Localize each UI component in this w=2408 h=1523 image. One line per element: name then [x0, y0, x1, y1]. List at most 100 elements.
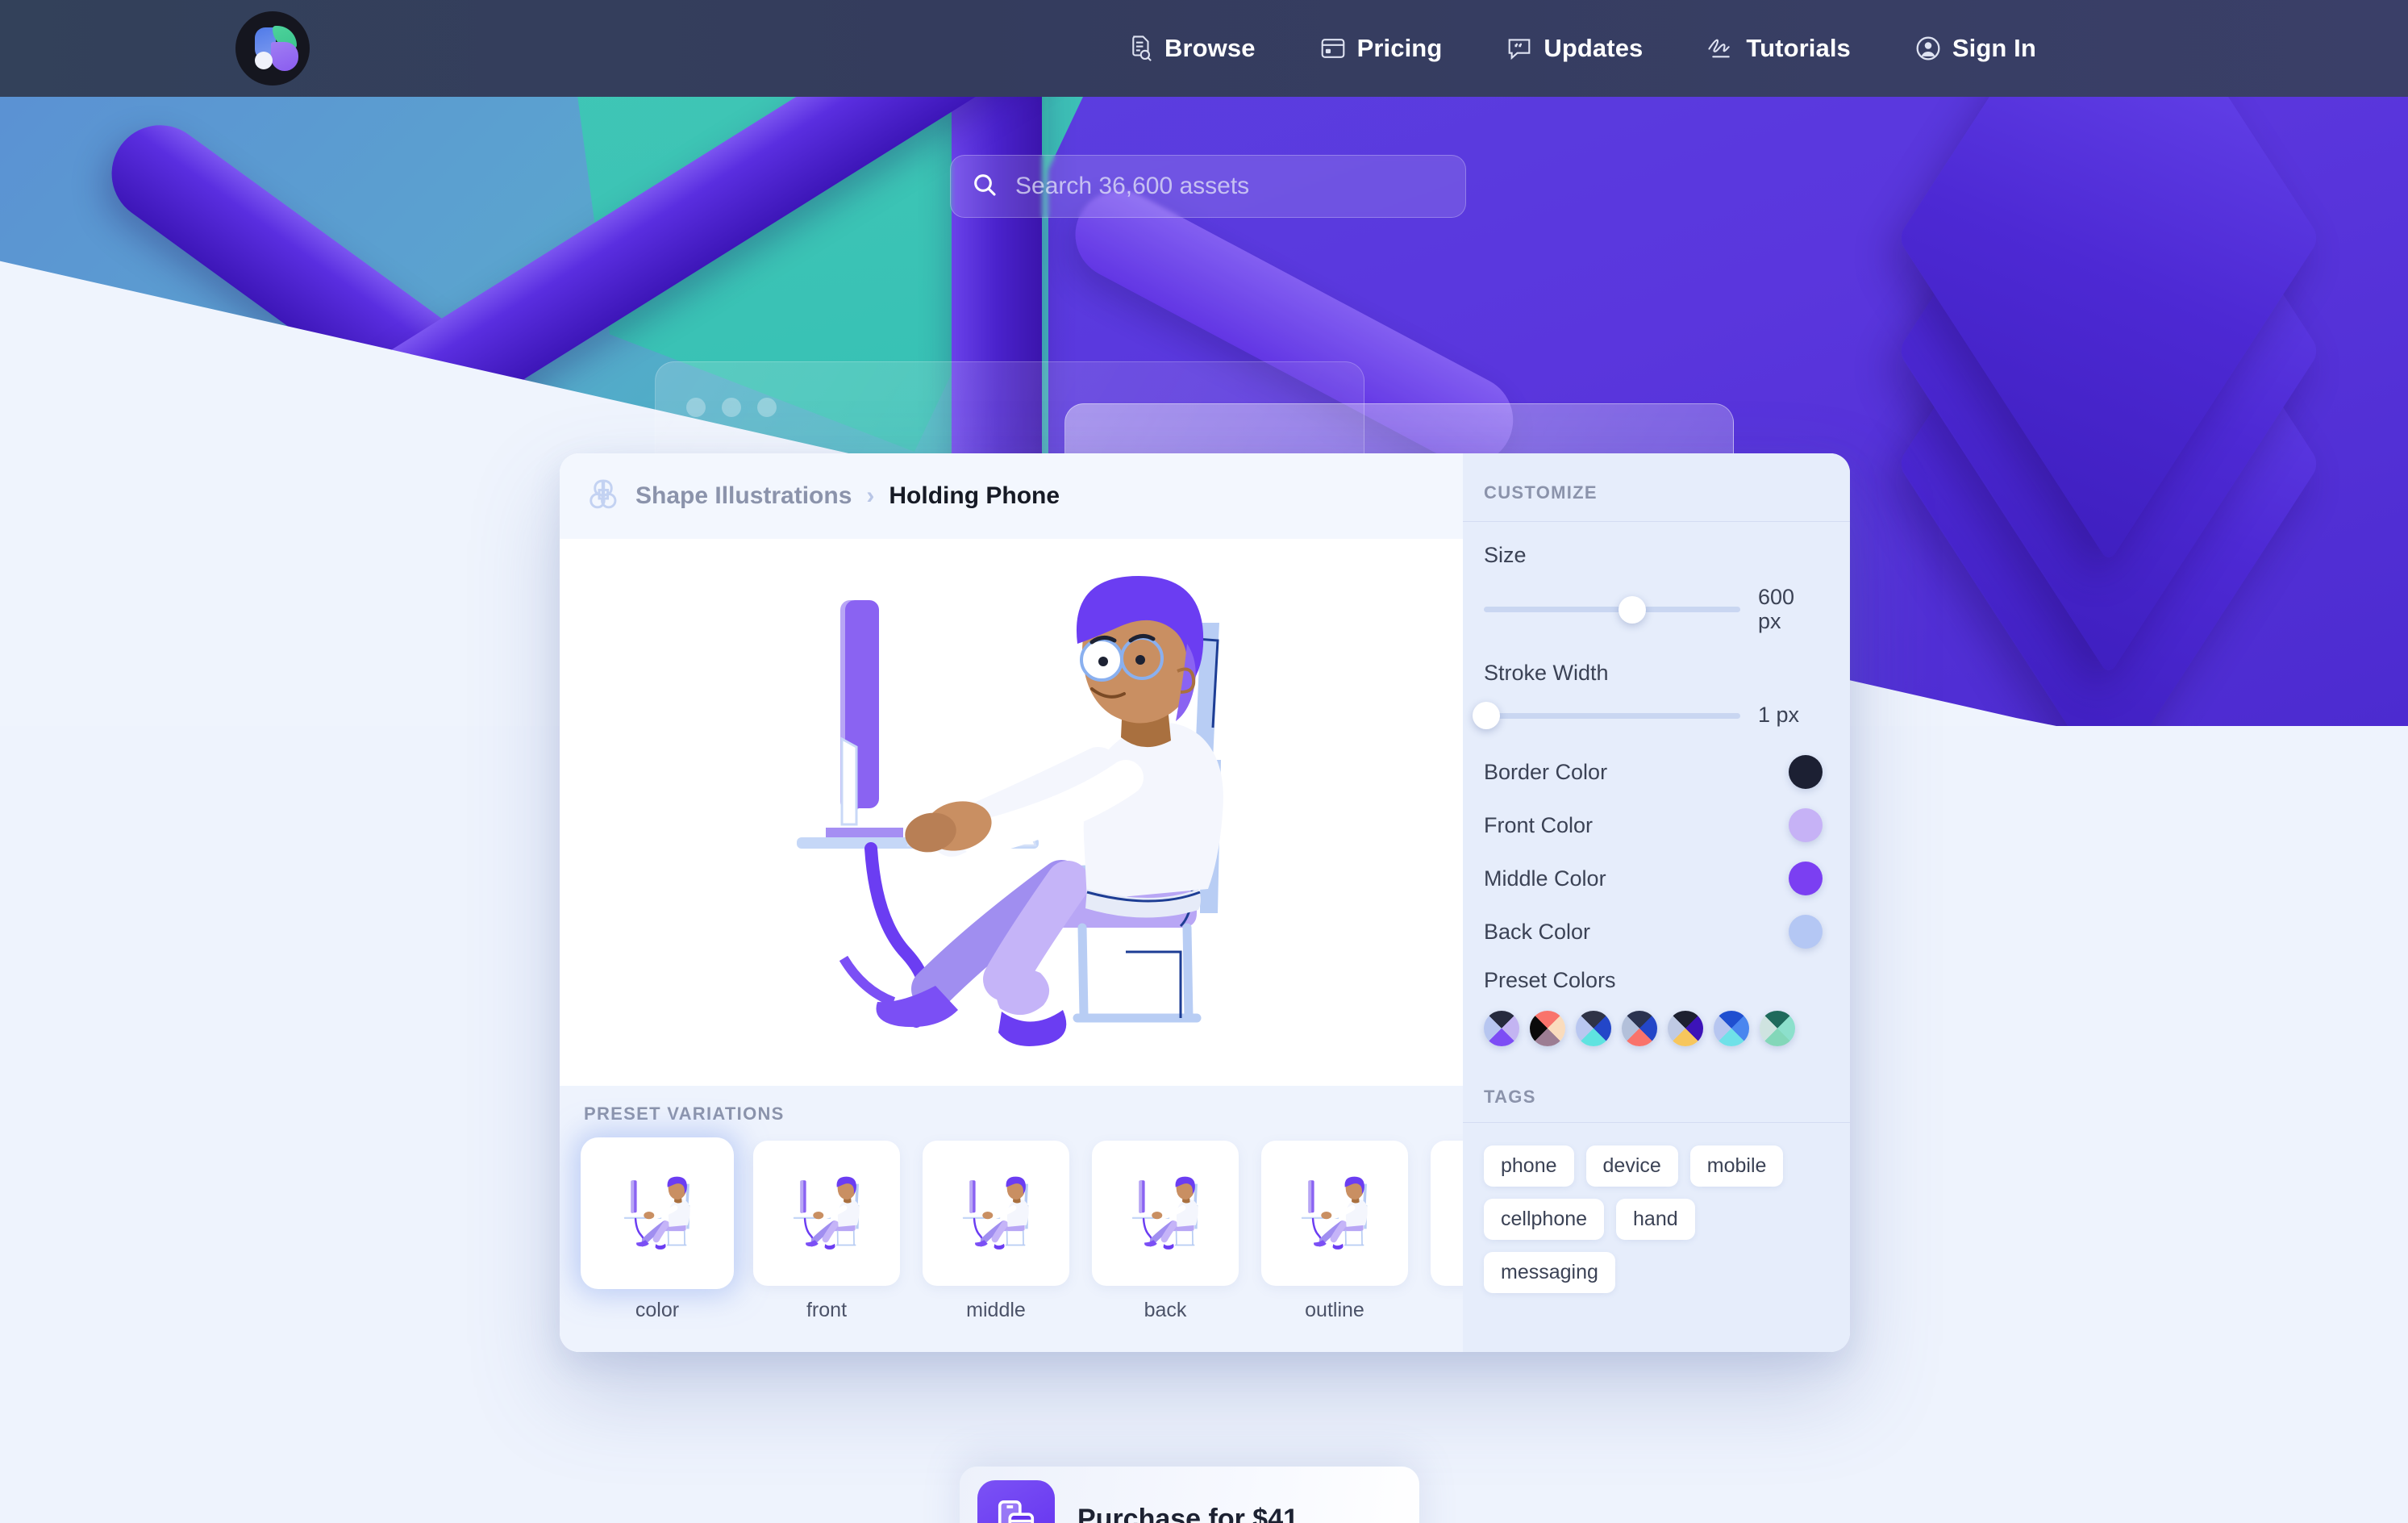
- variation-item-back[interactable]: back: [1092, 1141, 1239, 1322]
- document-search-icon: [1129, 35, 1153, 62]
- tag-mobile[interactable]: mobile: [1689, 1145, 1784, 1187]
- tags-title: TAGS: [1463, 1059, 1850, 1124]
- variation-label: front: [806, 1299, 848, 1321]
- front-color-swatch[interactable]: [1789, 808, 1823, 843]
- variation-illustration-thumb: [623, 1176, 690, 1250]
- size-slider-thumb[interactable]: [1619, 595, 1647, 624]
- user-circle-icon: [1915, 35, 1941, 61]
- nav-label-browse: Browse: [1164, 34, 1256, 62]
- preset-colors-label: Preset Colors: [1484, 968, 1616, 993]
- back-color-label: Back Color: [1484, 919, 1591, 944]
- page-root: Browse Pricing Updates Tutorials Sign In…: [0, 0, 2408, 1523]
- nav-item-tutorials[interactable]: Tutorials: [1699, 27, 1859, 69]
- stroke-value: 1 px: [1758, 703, 1800, 728]
- size-value: 600 px: [1758, 585, 1823, 633]
- window-traffic-lights: [686, 398, 777, 417]
- preset-color-7[interactable]: [1760, 1011, 1795, 1047]
- middle-color-label: Middle Color: [1484, 866, 1606, 891]
- customize-body: Size 600 px Stroke Width 1 px Border Col…: [1463, 522, 1850, 1047]
- variation-label: color: [635, 1299, 680, 1321]
- stroke-slider-track[interactable]: [1473, 702, 1740, 730]
- brand-logo[interactable]: [235, 11, 310, 86]
- person-at-desk-illustration: [797, 576, 1223, 1046]
- variation-thumb[interactable]: [1261, 1141, 1408, 1286]
- variation-thumb[interactable]: [1092, 1141, 1239, 1286]
- variation-label: middle: [966, 1299, 1026, 1321]
- preset-variations-row: color front middle back outline: [584, 1141, 1577, 1322]
- breadcrumb-current: Holding Phone: [889, 482, 1060, 509]
- variation-thumb[interactable]: [753, 1141, 900, 1286]
- color-row-border: Border Color: [1484, 755, 1823, 790]
- butterfly-logo-icon: [235, 11, 310, 86]
- breadcrumb: Shape Illustrations › Holding Phone: [560, 453, 1463, 539]
- credit-card-icon: [1320, 36, 1346, 61]
- tag-phone[interactable]: phone: [1484, 1145, 1574, 1187]
- nav-item-browse[interactable]: Browse: [1121, 27, 1264, 69]
- tag-hand[interactable]: hand: [1616, 1199, 1695, 1241]
- variation-item-color[interactable]: color: [584, 1141, 731, 1322]
- variation-illustration-thumb: [962, 1176, 1029, 1250]
- nav-links: Browse Pricing Updates Tutorials Sign In: [1121, 0, 2044, 97]
- preset-color-2[interactable]: [1530, 1011, 1565, 1047]
- customize-title: CUSTOMIZE: [1463, 453, 1850, 522]
- nav-label-pricing: Pricing: [1356, 34, 1443, 62]
- modal-left-column: Shape Illustrations › Holding Phone PRES…: [560, 453, 1577, 1352]
- preset-variations-section: PRESET VARIATIONS color front middle bac…: [560, 1086, 1577, 1352]
- variation-item-front[interactable]: front: [753, 1141, 900, 1322]
- tags-list: phone device mobile cellphone hand messa…: [1463, 1123, 1850, 1294]
- stroke-width-label: Stroke Width: [1484, 661, 1609, 686]
- top-navbar: Browse Pricing Updates Tutorials Sign In: [0, 0, 2408, 97]
- tag-messaging[interactable]: messaging: [1484, 1252, 1615, 1294]
- border-color-swatch[interactable]: [1789, 755, 1823, 790]
- size-slider-row: 600 px: [1484, 585, 1823, 633]
- size-value-number: 600: [1758, 585, 1795, 609]
- variation-illustration-thumb: [793, 1176, 860, 1250]
- nav-label-tutorials: Tutorials: [1746, 34, 1851, 62]
- back-color-swatch[interactable]: [1789, 915, 1823, 949]
- stroke-slider-row: 1 px: [1473, 702, 1823, 730]
- front-color-label: Front Color: [1484, 812, 1594, 837]
- nav-item-updates[interactable]: Updates: [1498, 27, 1651, 69]
- devices-copy-icon: [977, 1480, 1055, 1523]
- border-color-label: Border Color: [1484, 759, 1608, 784]
- breadcrumb-parent[interactable]: Shape Illustrations: [635, 482, 852, 510]
- search-bar[interactable]: Search 36,600 assets: [950, 155, 1466, 218]
- variation-item-outline[interactable]: outline: [1261, 1141, 1408, 1322]
- preset-color-5[interactable]: [1668, 1011, 1703, 1047]
- chevron-right-icon: ›: [866, 482, 875, 509]
- middle-color-swatch[interactable]: [1789, 862, 1823, 896]
- size-slider-track[interactable]: [1484, 595, 1740, 624]
- variation-illustration-thumb: [1301, 1176, 1368, 1250]
- purchase-bar[interactable]: Purchase for $41: [960, 1467, 1419, 1523]
- preset-color-3[interactable]: [1576, 1011, 1611, 1047]
- customize-panel: CUSTOMIZE Size 600 px Stroke Width 1 px …: [1463, 453, 1850, 1352]
- size-label: Size: [1484, 543, 1527, 567]
- nav-label-sign-in: Sign In: [1952, 34, 2036, 62]
- nav-item-pricing[interactable]: Pricing: [1312, 27, 1451, 69]
- nav-item-sign-in[interactable]: Sign In: [1907, 27, 2044, 69]
- variation-illustration-thumb: [1131, 1176, 1198, 1250]
- search-icon: [972, 172, 998, 202]
- variation-thumb[interactable]: [584, 1141, 731, 1286]
- variation-label: back: [1144, 1299, 1187, 1321]
- speech-bubble-quote-icon: [1506, 36, 1532, 61]
- shape-illustrations-logo-icon: [585, 477, 621, 516]
- preset-variations-title: PRESET VARIATIONS: [584, 1104, 785, 1124]
- preset-colors-row: [1484, 1011, 1823, 1047]
- color-row-front: Front Color: [1484, 808, 1823, 843]
- tag-cellphone[interactable]: cellphone: [1484, 1199, 1605, 1241]
- color-row-back: Back Color: [1484, 915, 1823, 949]
- preset-color-6[interactable]: [1714, 1011, 1749, 1047]
- stroke-slider-thumb[interactable]: [1473, 702, 1501, 730]
- size-value-unit: px: [1758, 608, 1781, 633]
- search-input[interactable]: Search 36,600 assets: [1015, 173, 1249, 200]
- variation-item-middle[interactable]: middle: [923, 1141, 1069, 1322]
- preset-color-1[interactable]: [1484, 1011, 1519, 1047]
- tag-device[interactable]: device: [1585, 1145, 1678, 1187]
- preset-color-4[interactable]: [1622, 1011, 1657, 1047]
- asset-detail-modal: Shape Illustrations › Holding Phone PRES…: [560, 453, 1850, 1352]
- variation-label: outline: [1305, 1299, 1364, 1321]
- illustration-canvas: [560, 539, 1463, 1086]
- variation-thumb[interactable]: [923, 1141, 1069, 1286]
- purchase-label: Purchase for $41: [1077, 1503, 1299, 1523]
